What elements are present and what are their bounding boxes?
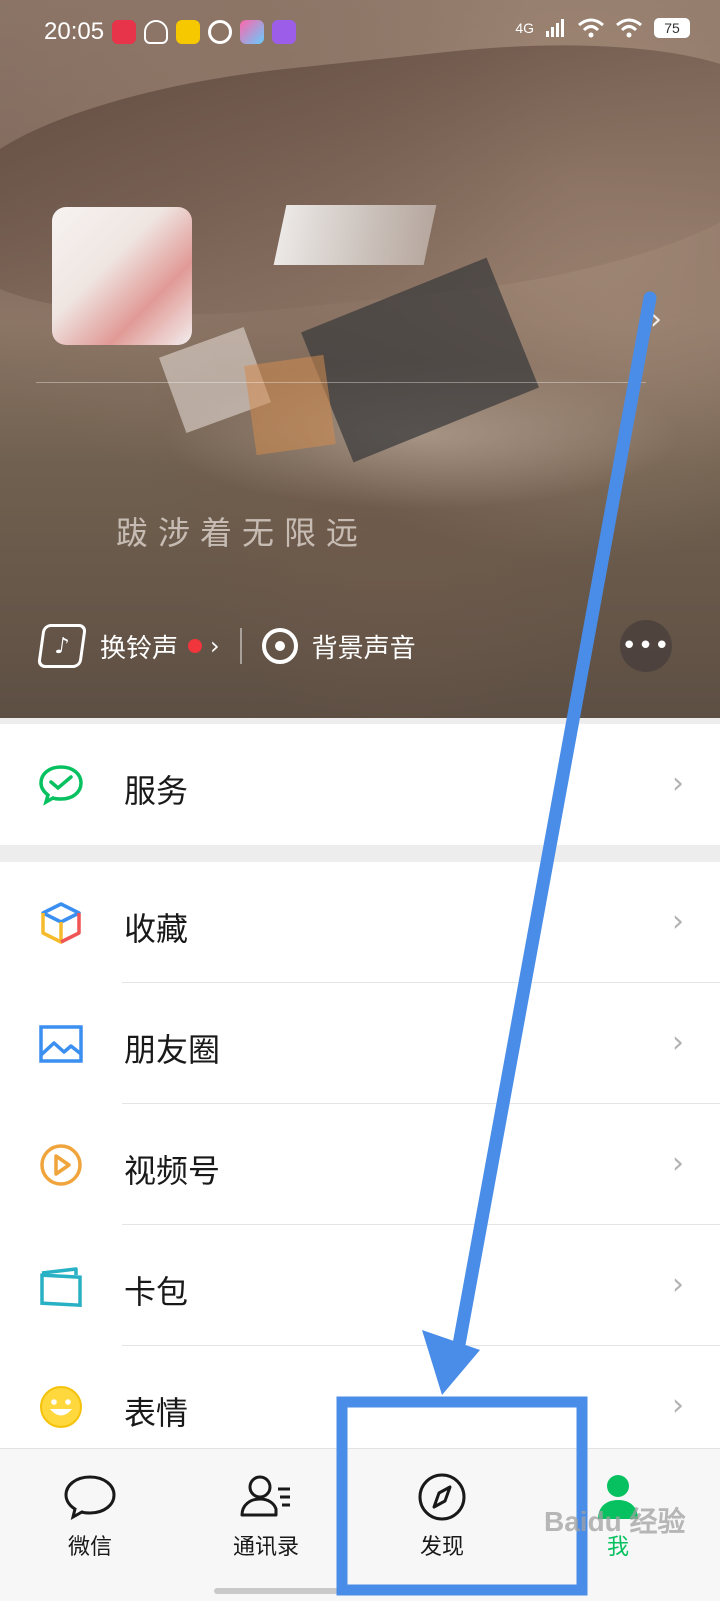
wifi-icon xyxy=(616,18,642,38)
home-indicator[interactable] xyxy=(214,1588,374,1594)
tab-chats[interactable]: 微信 xyxy=(20,1449,160,1569)
divider xyxy=(36,382,646,383)
compass-icon xyxy=(418,1473,466,1521)
smiley-face-icon xyxy=(40,1386,82,1428)
chevron-right-icon: › xyxy=(672,1025,684,1060)
card-wallet-icon xyxy=(40,1267,82,1308)
background-sound-button[interactable]: 背景声音 xyxy=(312,628,416,665)
new-badge xyxy=(188,639,203,653)
nickname-redacted xyxy=(273,205,437,265)
notification-icons xyxy=(112,20,296,44)
menu-group-services: 服务 › xyxy=(0,724,720,845)
menu-label: 表情 xyxy=(124,1394,189,1432)
tab-label: 通讯录 xyxy=(232,1535,299,1560)
app-notification-icon xyxy=(176,20,200,44)
app-notification-icon xyxy=(240,20,264,44)
status-bar: 20:05 4G 75 xyxy=(0,0,720,64)
menu-item-channels[interactable]: 视频号 › xyxy=(0,1104,720,1225)
moments-image-icon xyxy=(39,1025,83,1063)
menu-label: 视频号 xyxy=(124,1152,221,1190)
tab-label: 发现 xyxy=(419,1535,464,1560)
status-indicators: 4G 75 xyxy=(515,18,690,38)
favorites-cube-icon xyxy=(41,902,81,944)
status-signature: 跋涉着无限远 xyxy=(116,514,369,552)
hero-actions: ♪ 换铃声 › 背景声音 xyxy=(36,622,416,670)
menu-item-cards[interactable]: 卡包 › xyxy=(0,1225,720,1346)
chevron-right-icon: › xyxy=(672,904,684,939)
status-time: 20:05 xyxy=(44,18,105,45)
music-note-icon[interactable]: ♪ xyxy=(36,624,88,668)
avatar[interactable] xyxy=(52,207,192,345)
wifi-icon xyxy=(578,18,604,38)
change-ringtone-button[interactable]: 换铃声 xyxy=(100,628,178,665)
chevron-right-icon: › xyxy=(672,766,684,801)
more-options-button[interactable]: ••• xyxy=(620,620,672,672)
qq-icon xyxy=(144,20,168,44)
menu-item-moments[interactable]: 朋友圈 › xyxy=(0,983,720,1104)
battery-level: 75 xyxy=(654,18,690,38)
sound-wave-icon[interactable] xyxy=(261,628,298,664)
menu-label: 收藏 xyxy=(124,910,189,948)
chevron-right-icon[interactable]: › xyxy=(210,632,220,660)
chevron-right-icon[interactable]: › xyxy=(650,302,662,337)
tab-label: 微信 xyxy=(67,1535,112,1560)
network-label: 4G xyxy=(515,20,534,36)
app-notification-icon xyxy=(112,20,136,44)
menu-label: 服务 xyxy=(124,772,189,810)
app-notification-icon xyxy=(272,20,296,44)
chevron-right-icon: › xyxy=(672,1267,684,1302)
redaction-mark xyxy=(244,354,336,456)
chevron-right-icon: › xyxy=(672,1388,684,1423)
menu-group-main: 收藏 › 朋友圈 › 视频号 › 卡包 › 表情 › xyxy=(0,862,720,1467)
menu-item-favorites[interactable]: 收藏 › xyxy=(0,862,720,983)
chat-bubble-icon xyxy=(64,1475,116,1520)
person-notification-icon xyxy=(208,20,232,44)
signal-icon xyxy=(546,19,564,37)
divider xyxy=(239,628,242,664)
profile-header: 20:05 4G 75 › 跋涉着无限远 ♪ 换铃声 › 背景声音 ••• xyxy=(0,0,720,718)
menu-label: 卡包 xyxy=(124,1273,189,1311)
chevron-right-icon: › xyxy=(672,1146,684,1181)
watermark: Baidu 经验 xyxy=(544,1506,686,1537)
menu-item-services[interactable]: 服务 › xyxy=(0,724,720,845)
tab-contacts[interactable]: 通讯录 xyxy=(196,1449,336,1569)
tab-discover[interactable]: 发现 xyxy=(372,1449,512,1569)
menu-label: 朋友圈 xyxy=(124,1031,221,1069)
services-icon xyxy=(39,765,83,806)
contacts-icon xyxy=(240,1475,290,1517)
channels-play-icon xyxy=(40,1144,82,1186)
